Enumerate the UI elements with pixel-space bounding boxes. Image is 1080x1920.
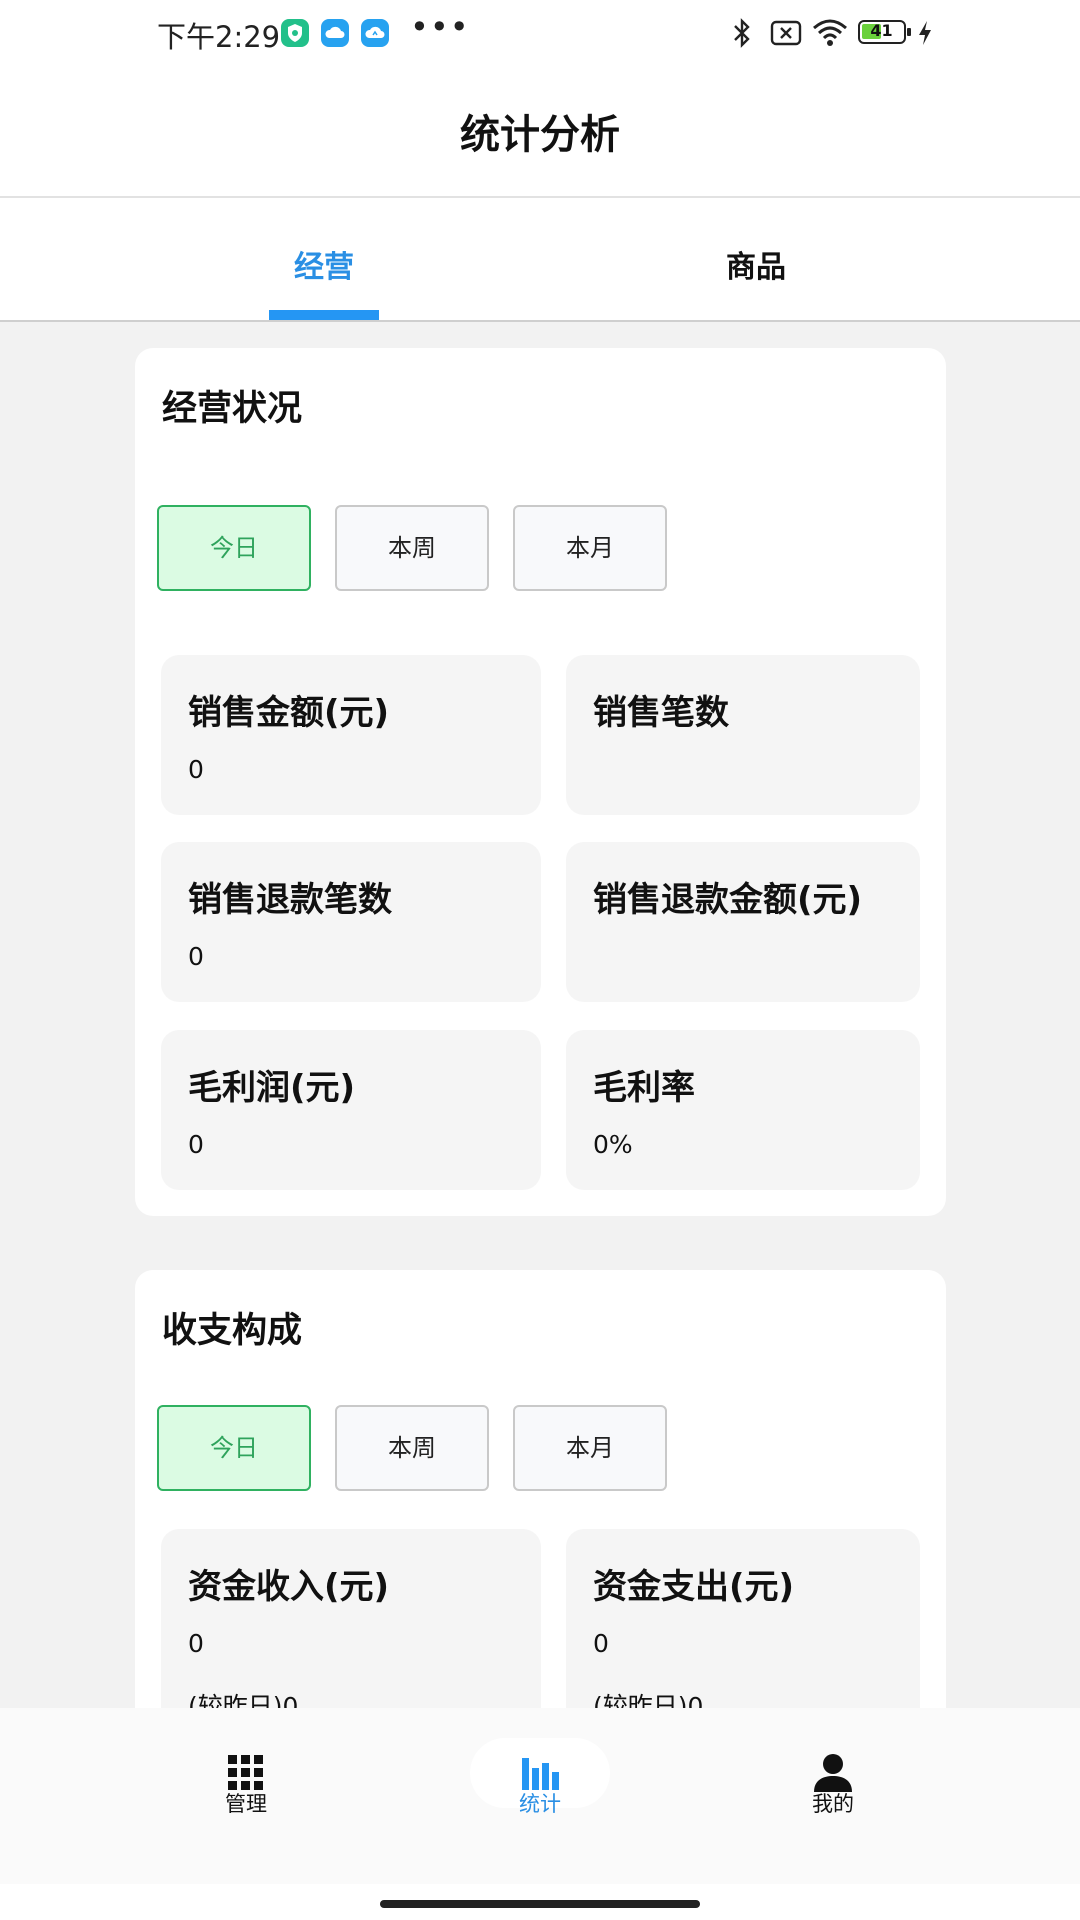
metric-label: 销售笔数 <box>593 693 729 733</box>
metric-label: 毛利润(元) <box>188 1068 356 1108</box>
metric-value: 0 <box>593 1629 609 1658</box>
nav-statistics[interactable]: 统计 <box>440 1708 640 1884</box>
period-month-button[interactable]: 本月 <box>513 1405 667 1491</box>
status-time: 下午2:29 <box>157 20 281 54</box>
card-title: 收支构成 <box>162 1311 303 1351</box>
business-status-card: 经营状况 今日 本周 本月 销售金额(元) 0 销售笔数 销售退款笔数 0 销售… <box>135 348 946 1216</box>
period-month-button[interactable]: 本月 <box>513 505 667 591</box>
metric-refund-count: 销售退款笔数 0 <box>161 842 541 1002</box>
period-today-button[interactable]: 今日 <box>157 1405 311 1491</box>
status-bar: 下午2:29 ••• 41 <box>0 0 1080 68</box>
period-week-button[interactable]: 本周 <box>335 1405 489 1491</box>
bottom-nav: 管理 统计 我的 <box>0 1708 1080 1884</box>
metric-gross-profit: 毛利润(元) 0 <box>161 1030 541 1190</box>
metric-sales-count: 销售笔数 <box>566 655 920 815</box>
metric-label: 销售金额(元) <box>188 693 390 733</box>
active-tab-indicator <box>269 310 379 320</box>
more-dots-icon: ••• <box>410 8 470 46</box>
page-title: 统计分析 <box>460 112 620 158</box>
tab-products[interactable]: 商品 <box>636 242 876 286</box>
metric-label: 资金支出(元) <box>593 1567 795 1607</box>
metric-value: 0 <box>188 755 204 784</box>
metric-label: 毛利率 <box>593 1068 695 1108</box>
bluetooth-icon <box>734 18 750 48</box>
metric-label: 销售退款笔数 <box>188 880 392 920</box>
period-week-button[interactable]: 本周 <box>335 505 489 591</box>
tab-bar: 经营 商品 <box>0 198 1080 322</box>
sim-off-icon <box>770 20 802 46</box>
nav-label: 管理 <box>225 1792 267 1816</box>
metric-label: 销售退款金额(元) <box>593 880 863 920</box>
tab-business[interactable]: 经营 <box>204 242 444 286</box>
app-header: 统计分析 <box>0 68 1080 198</box>
period-today-button[interactable]: 今日 <box>157 505 311 591</box>
home-indicator[interactable] <box>380 1900 700 1908</box>
cloud-sync-app-icon <box>361 19 389 47</box>
metric-sales-amount: 销售金额(元) 0 <box>161 655 541 815</box>
nav-manage[interactable]: 管理 <box>146 1708 346 1884</box>
shield-app-icon <box>281 19 309 47</box>
cashflow-card: 收支构成 今日 本周 本月 资金收入(元) 0 (较昨日)0 资金支出(元) 0… <box>135 1270 946 1749</box>
battery-level: 41 <box>870 21 893 40</box>
cloud-app-icon <box>321 19 349 47</box>
metric-value: 0 <box>188 942 204 971</box>
metric-value: 0 <box>188 1629 204 1658</box>
metric-refund-amount: 销售退款金额(元) <box>566 842 920 1002</box>
metric-value: 0 <box>188 1130 204 1159</box>
wifi-icon <box>813 19 847 46</box>
card-title: 经营状况 <box>162 389 303 429</box>
nav-label: 我的 <box>812 1792 854 1816</box>
nav-me[interactable]: 我的 <box>733 1708 933 1884</box>
metric-gross-margin: 毛利率 0% <box>566 1030 920 1190</box>
metric-value: 0% <box>593 1130 633 1159</box>
battery-icon: 41 <box>858 20 906 44</box>
metric-label: 资金收入(元) <box>188 1567 390 1607</box>
nav-label: 统计 <box>519 1792 561 1816</box>
charging-icon <box>919 21 931 45</box>
